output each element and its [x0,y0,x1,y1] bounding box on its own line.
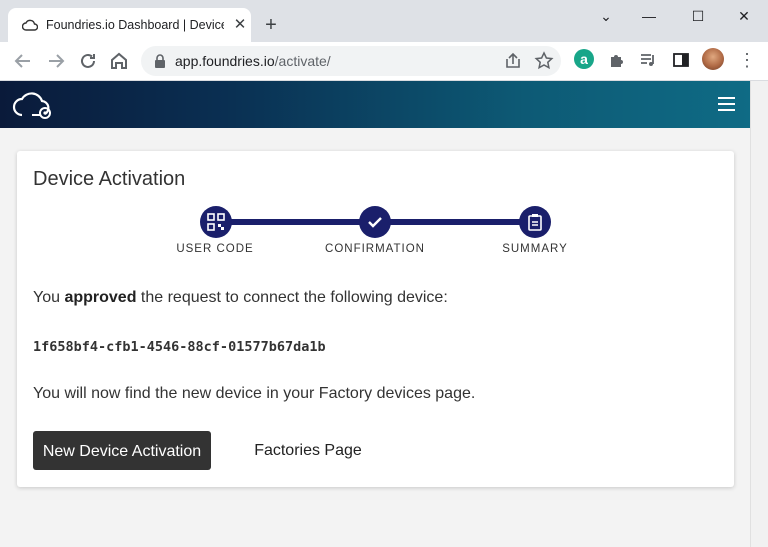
url-text[interactable]: app.foundries.io/activate/ [175,53,331,69]
page-title: Device Activation [33,168,186,190]
factories-page-button[interactable]: Factories Page [237,431,379,470]
extension-a-icon[interactable]: a [574,49,594,69]
step-user-code [200,206,232,238]
new-device-activation-button[interactable]: New Device Activation [33,431,211,470]
step-confirmation [359,206,391,238]
close-window-button[interactable]: ✕ [724,4,764,28]
tab-title: Foundries.io Dashboard | Device [46,18,224,32]
approved-text: approved [64,289,137,306]
approval-message: You approved the request to connect the … [33,289,448,306]
media-control-icon[interactable] [638,49,660,71]
app-header [0,81,750,128]
step-label-summary: SUMMARY [502,243,568,255]
foundries-cloud-icon [22,19,38,31]
maximize-button[interactable]: ☐ [678,4,718,28]
lock-icon[interactable] [154,54,166,68]
address-bar[interactable]: app.foundries.io/activate/ [141,46,561,76]
qr-code-icon [207,213,225,231]
foundries-logo-icon[interactable] [12,89,56,121]
more-menu-icon[interactable]: ⋮ [736,49,758,71]
forward-arrow-icon[interactable] [44,49,68,73]
step-label-confirmation: CONFIRMATION [325,243,425,255]
step-label-user-code: USER CODE [176,243,254,255]
chevron-down-icon[interactable]: ⌄ [586,4,626,28]
close-tab-icon[interactable]: ✕ [230,15,250,35]
browser-tab[interactable]: Foundries.io Dashboard | Device ✕ [8,8,251,42]
browser-titlebar: Foundries.io Dashboard | Device ✕ + ⌄ — … [0,0,768,42]
share-icon[interactable] [502,50,524,72]
followup-message: You will now find the new device in your… [33,385,476,402]
step-summary [519,206,551,238]
check-icon [368,217,382,228]
reload-icon[interactable] [76,49,100,73]
back-arrow-icon[interactable] [11,49,35,73]
puzzle-icon[interactable] [606,49,628,71]
home-icon[interactable] [107,49,131,73]
hamburger-menu-icon[interactable] [718,97,735,111]
device-id: 1f658bf4-cfb1-4546-88cf-01577b67da1b [33,339,326,355]
side-panel-icon[interactable] [670,49,692,71]
activation-card: Device Activation USER CODE CONFIRMATION… [17,151,734,487]
clipboard-icon [528,214,542,231]
new-tab-button[interactable]: + [260,14,282,36]
minimize-button[interactable]: — [629,4,669,28]
page-scrollbar[interactable] [750,81,768,547]
browser-toolbar: app.foundries.io/activate/ a ⋮ [0,42,768,81]
star-icon[interactable] [533,50,555,72]
profile-avatar[interactable] [702,48,724,70]
